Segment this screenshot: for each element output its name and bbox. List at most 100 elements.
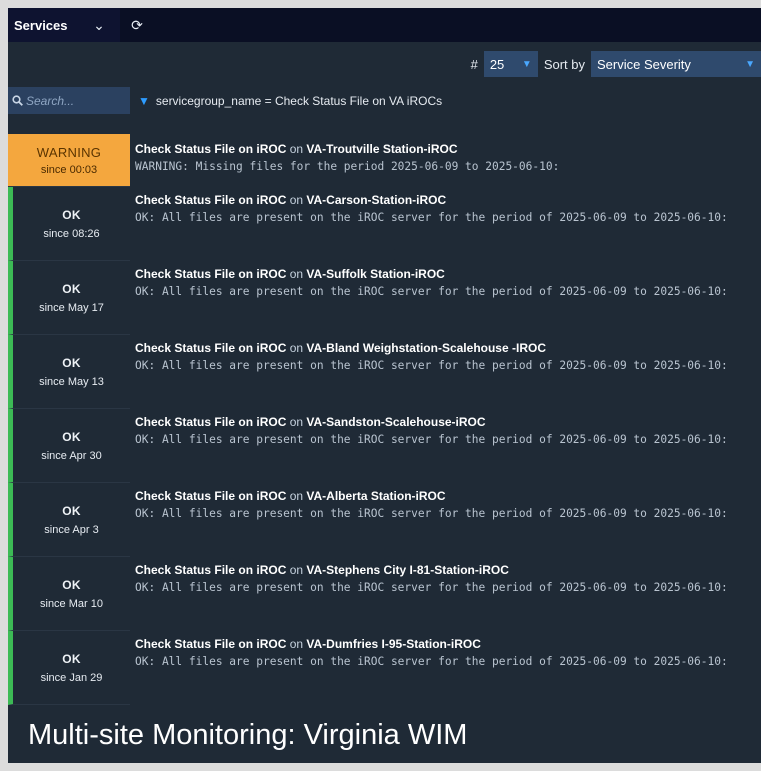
- service-details: Check Status File on iROC on VA-Alberta …: [130, 483, 761, 557]
- host-name-link[interactable]: VA-Suffolk Station-iROC: [306, 267, 444, 281]
- on-word: on: [289, 267, 304, 281]
- status-label: OK: [62, 651, 81, 666]
- status-message: OK: All files are present on the iROC se…: [135, 655, 728, 668]
- service-details: Check Status File on iROC on VA-Carson-S…: [130, 187, 761, 261]
- service-title: Check Status File on iROC on VA-Bland We…: [135, 341, 761, 355]
- host-name-link[interactable]: VA-Stephens City I-81-Station-iROC: [306, 563, 508, 577]
- status-label: OK: [62, 429, 81, 444]
- service-row[interactable]: OK since May 17 Check Status File on iROC …: [8, 261, 761, 335]
- caption: Multi-site Monitoring: Virginia WIM: [8, 707, 761, 763]
- service-title: Check Status File on iROC on VA-Troutvil…: [135, 142, 761, 156]
- status-label: WARNING: [36, 144, 102, 160]
- status-badge[interactable]: OK since 08:26: [8, 187, 130, 261]
- status-badge[interactable]: OK since Mar 10: [8, 557, 130, 631]
- host-name-link[interactable]: VA-Alberta Station-iROC: [306, 489, 445, 503]
- status-since: since Apr 30: [41, 449, 102, 462]
- service-monitor-window: Services ⌄ ⟳ # 25 ▼ Sort by Service Seve…: [8, 8, 761, 763]
- service-name-link[interactable]: Check Status File on iROC: [135, 637, 286, 651]
- list-controls: # 25 ▼ Sort by Service Severity ▼: [471, 50, 761, 78]
- service-row[interactable]: OK since Mar 10 Check Status File on iROC …: [8, 557, 761, 631]
- filter-icon: ▼: [138, 93, 150, 108]
- status-since: since 00:03: [40, 163, 98, 176]
- status-badge[interactable]: OK since Apr 3: [8, 483, 130, 557]
- service-name-link[interactable]: Check Status File on iROC: [135, 415, 286, 429]
- search-input[interactable]: Search...: [8, 87, 130, 114]
- service-row[interactable]: WARNING since 00:03 Check Status File on i…: [8, 134, 761, 187]
- status-message: OK: All files are present on the iROC se…: [135, 581, 728, 594]
- service-details: Check Status File on iROC on VA-Troutvil…: [130, 134, 761, 187]
- service-title: Check Status File on iROC on VA-Suffolk …: [135, 267, 761, 281]
- status-label: OK: [62, 207, 81, 222]
- caret-down-icon: ▼: [745, 58, 755, 70]
- filter-text: servicegroup_name = Check Status File on…: [155, 93, 443, 108]
- sort-value: Service Severity: [597, 56, 691, 72]
- status-message: OK: All files are present on the iROC se…: [135, 211, 728, 224]
- status-message: WARNING: Missing files for the period 20…: [135, 160, 560, 173]
- service-row[interactable]: OK since Jan 29 Check Status File on iROC …: [8, 631, 761, 705]
- search-icon: [12, 95, 23, 106]
- on-word: on: [289, 142, 304, 156]
- on-word: on: [289, 637, 304, 651]
- service-row[interactable]: OK since May 13 Check Status File on iROC …: [8, 335, 761, 409]
- status-badge[interactable]: OK since Apr 30: [8, 409, 130, 483]
- sort-label: Sort by: [543, 56, 585, 72]
- service-name-link[interactable]: Check Status File on iROC: [135, 489, 286, 503]
- top-bar: Services ⌄ ⟳: [8, 8, 761, 42]
- per-page-value: 25: [489, 56, 505, 72]
- per-page-select[interactable]: 25 ▼: [483, 51, 538, 77]
- status-badge[interactable]: OK since Jan 29: [8, 631, 130, 705]
- status-since: since Mar 10: [40, 597, 103, 610]
- on-word: on: [289, 193, 304, 207]
- host-name-link[interactable]: VA-Dumfries I-95-Station-iROC: [306, 637, 480, 651]
- status-label: OK: [62, 503, 81, 518]
- caret-down-icon: ▼: [521, 58, 532, 70]
- host-name-link[interactable]: VA-Carson-Station-iROC: [306, 193, 446, 207]
- service-details: Check Status File on iROC on VA-Suffolk …: [130, 261, 761, 335]
- service-title: Check Status File on iROC on VA-Dumfries…: [135, 637, 761, 651]
- tab-services[interactable]: Services: [8, 8, 78, 42]
- status-label: OK: [62, 577, 81, 592]
- on-word: on: [289, 489, 304, 503]
- status-badge[interactable]: OK since May 13: [8, 335, 130, 409]
- status-message: OK: All files are present on the iROC se…: [135, 359, 728, 372]
- status-badge[interactable]: OK since May 17: [8, 261, 130, 335]
- service-details: Check Status File on iROC on VA-Dumfries…: [130, 631, 761, 705]
- host-name-link[interactable]: VA-Troutville Station-iROC: [306, 142, 457, 156]
- status-label: OK: [62, 281, 81, 296]
- refresh-icon[interactable]: ⟳: [120, 8, 154, 42]
- service-name-link[interactable]: Check Status File on iROC: [135, 341, 286, 355]
- service-details: Check Status File on iROC on VA-Bland We…: [130, 335, 761, 409]
- status-badge[interactable]: WARNING since 00:03: [8, 134, 130, 187]
- service-name-link[interactable]: Check Status File on iROC: [135, 193, 286, 207]
- status-since: since May 17: [39, 301, 104, 314]
- status-message: OK: All files are present on the iROC se…: [135, 507, 728, 520]
- service-name-link[interactable]: Check Status File on iROC: [135, 267, 286, 281]
- sort-select[interactable]: Service Severity ▼: [591, 51, 761, 77]
- search-placeholder: Search...: [26, 93, 75, 108]
- status-message: OK: All files are present on the iROC se…: [135, 433, 728, 446]
- host-name-link[interactable]: VA-Sandston-Scalehouse-iROC: [306, 415, 485, 429]
- per-page-label: #: [470, 56, 478, 72]
- active-filter[interactable]: ▼ servicegroup_name = Check Status File …: [138, 87, 442, 114]
- on-word: on: [289, 563, 304, 577]
- status-since: since Jan 29: [40, 671, 103, 684]
- service-name-link[interactable]: Check Status File on iROC: [135, 563, 286, 577]
- status-label: OK: [62, 355, 81, 370]
- service-list: WARNING since 00:03 Check Status File on i…: [8, 134, 761, 705]
- status-since: since 08:26: [43, 227, 100, 240]
- service-details: Check Status File on iROC on VA-Stephens…: [130, 557, 761, 631]
- status-message: OK: All files are present on the iROC se…: [135, 285, 728, 298]
- host-name-link[interactable]: VA-Bland Weighstation-Scalehouse -IROC: [306, 341, 546, 355]
- service-title: Check Status File on iROC on VA-Sandston…: [135, 415, 761, 429]
- service-name-link[interactable]: Check Status File on iROC: [135, 142, 286, 156]
- status-since: since May 13: [39, 375, 104, 388]
- on-word: on: [289, 341, 304, 355]
- service-row[interactable]: OK since Apr 30 Check Status File on iROC …: [8, 409, 761, 483]
- service-title: Check Status File on iROC on VA-Stephens…: [135, 563, 761, 577]
- chevron-down-icon[interactable]: ⌄: [78, 8, 120, 42]
- status-since: since Apr 3: [44, 523, 99, 536]
- service-title: Check Status File on iROC on VA-Carson-S…: [135, 193, 761, 207]
- on-word: on: [289, 415, 304, 429]
- service-row[interactable]: OK since 08:26 Check Status File on iROC o…: [8, 187, 761, 261]
- service-row[interactable]: OK since Apr 3 Check Status File on iROC o…: [8, 483, 761, 557]
